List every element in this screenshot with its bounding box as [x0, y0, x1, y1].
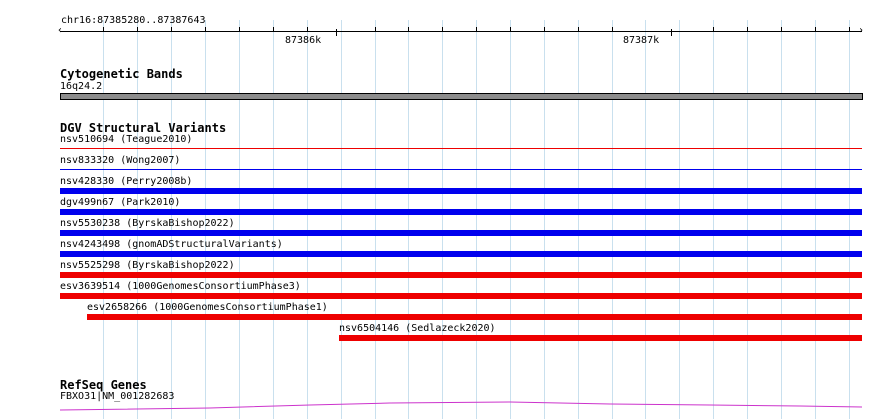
- grid-line: [341, 20, 342, 419]
- ruler-tick: [781, 27, 782, 31]
- grid-line: [510, 20, 511, 419]
- grid-line: [544, 20, 545, 419]
- variant-bar-loss[interactable]: [60, 293, 862, 299]
- ruler-tick: [307, 27, 308, 31]
- cytoband-bar[interactable]: [60, 93, 863, 100]
- ruler-tick: [375, 27, 376, 31]
- gene-model[interactable]: [60, 400, 862, 419]
- track-title-cytogenetic-bands[interactable]: Cytogenetic Bands: [60, 67, 183, 81]
- variant-label: nsv5530238 (ByrskaBishop2022): [60, 218, 235, 229]
- variant-bar-gain[interactable]: [60, 188, 862, 194]
- ruler-tick: [815, 27, 816, 31]
- variant-label: dgv499n67 (Park2010): [60, 197, 181, 208]
- grid-line: [849, 20, 850, 419]
- ruler-tick: [612, 27, 613, 31]
- scroll-right-arrow-icon[interactable]: ›: [858, 26, 864, 36]
- ruler-tick: [442, 27, 443, 31]
- grid-line: [273, 20, 274, 419]
- variant-label: esv2658266 (1000GenomesConsortiumPhase1): [87, 302, 328, 313]
- grid-line: [679, 20, 680, 419]
- variant-bar-gain[interactable]: [60, 251, 862, 257]
- grid-line: [645, 20, 646, 419]
- ruler-tick: [578, 27, 579, 31]
- scroll-left-arrow-icon[interactable]: ‹: [57, 26, 63, 36]
- variant-bar-loss[interactable]: [60, 272, 862, 278]
- variant-bar-thin-loss[interactable]: [60, 148, 862, 149]
- ruler-tick: [171, 27, 172, 31]
- grid-line: [476, 20, 477, 419]
- grid-line: [713, 20, 714, 419]
- variant-bar-thin-gain[interactable]: [60, 169, 862, 170]
- grid-line: [815, 20, 816, 419]
- genome-browser-view: chr16:87385280..87387643 ‹ › 87386k 8738…: [0, 0, 890, 419]
- ruler-tick: [103, 27, 104, 31]
- ruler-tick: [713, 27, 714, 31]
- grid-line: [408, 20, 409, 419]
- track-title-dgv-structural-variants[interactable]: DGV Structural Variants: [60, 121, 226, 135]
- grid-line: [781, 20, 782, 419]
- variant-label: esv3639514 (1000GenomesConsortiumPhase3): [60, 281, 301, 292]
- variant-label: nsv6504146 (Sedlazeck2020): [339, 323, 496, 334]
- variant-bar-gain[interactable]: [60, 230, 862, 236]
- grid-line: [747, 20, 748, 419]
- ruler-line: [60, 31, 862, 32]
- ruler-tick: [544, 27, 545, 31]
- ruler-tick: [205, 27, 206, 31]
- region-label: chr16:87385280..87387643: [61, 15, 206, 26]
- ruler-tick: [849, 27, 850, 31]
- ruler-tick: [476, 27, 477, 31]
- cytoband-label: 16q24.2: [60, 81, 103, 92]
- variant-label: nsv4243498 (gnomADStructuralVariants): [60, 239, 283, 250]
- ruler-tick: [747, 27, 748, 31]
- grid-line: [578, 20, 579, 419]
- ruler-major-tick: [336, 29, 337, 36]
- grid-line: [442, 20, 443, 419]
- grid-line: [307, 20, 308, 419]
- track-title-refseq-genes[interactable]: RefSeq Genes: [60, 378, 147, 392]
- ruler-tick: [137, 27, 138, 31]
- ruler-major-label: 87387k: [623, 35, 660, 46]
- variant-bar-loss[interactable]: [87, 314, 862, 320]
- grid-line: [375, 20, 376, 419]
- variant-label: nsv510694 (Teague2010): [60, 134, 193, 145]
- variant-bar-loss[interactable]: [339, 335, 862, 341]
- variant-label: nsv833320 (Wong2007): [60, 155, 181, 166]
- variant-label: nsv428330 (Perry2008b): [60, 176, 193, 187]
- ruler-tick: [510, 27, 511, 31]
- ruler-major-tick: [671, 29, 672, 36]
- variant-bar-gain[interactable]: [60, 209, 862, 215]
- gene-intron-line: [60, 401, 862, 411]
- ruler-tick: [239, 27, 240, 31]
- ruler-major-label: 87386k: [285, 35, 322, 46]
- ruler-tick: [408, 27, 409, 31]
- grid-line: [239, 20, 240, 419]
- variant-label: nsv5525298 (ByrskaBishop2022): [60, 260, 235, 271]
- grid-line: [612, 20, 613, 419]
- ruler-tick: [273, 27, 274, 31]
